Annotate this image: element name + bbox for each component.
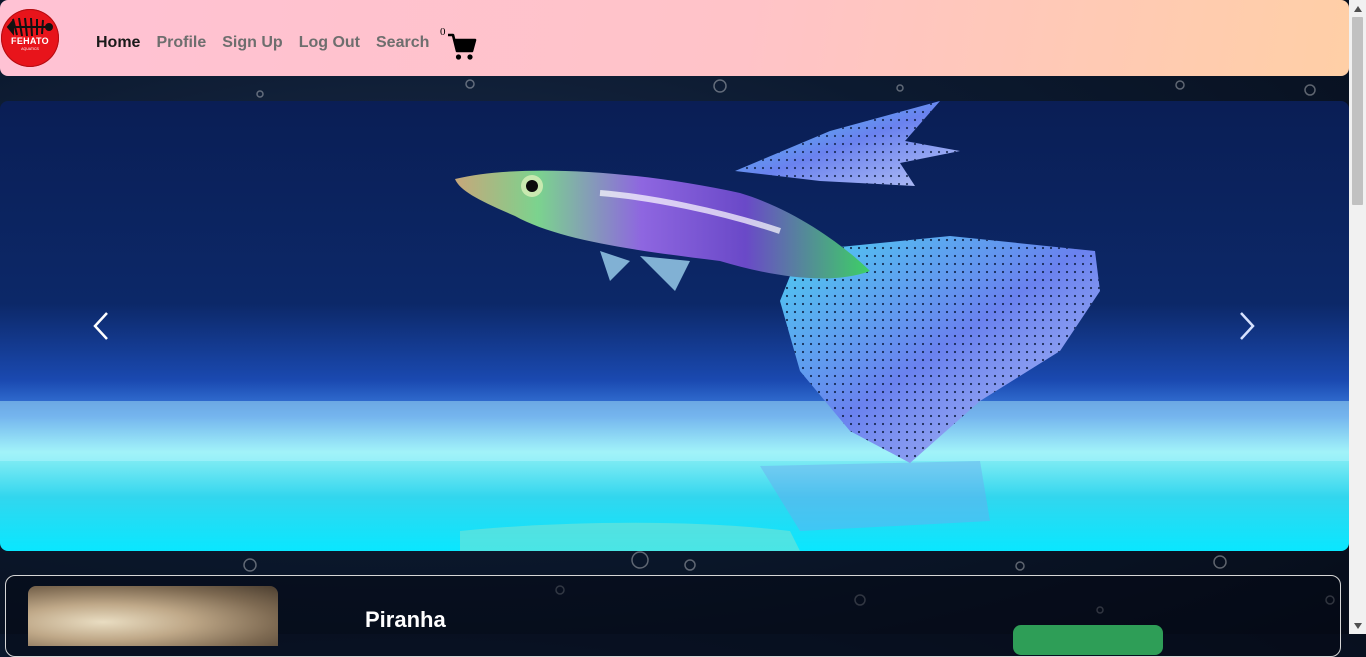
fish-skeleton-icon — [6, 17, 53, 37]
hero-carousel[interactable] — [0, 101, 1349, 551]
logo-tagline: AQUATICS — [21, 46, 39, 51]
nav-home[interactable]: Home — [96, 34, 140, 52]
nav-search[interactable]: Search — [376, 34, 429, 52]
guppy-hero-image — [0, 101, 1349, 551]
chevron-right-icon — [1240, 312, 1255, 340]
product-card: Piranha — [5, 575, 1341, 657]
product-image — [28, 586, 278, 646]
scrollbar-thumb[interactable] — [1352, 17, 1363, 205]
nav-log-out[interactable]: Log Out — [299, 34, 360, 52]
product-name: Piranha — [365, 607, 446, 632]
shopping-cart-icon — [448, 33, 477, 60]
nav-sign-up[interactable]: Sign Up — [222, 34, 282, 52]
add-to-cart-button[interactable] — [1013, 625, 1163, 655]
navbar: FEHATO AQUATICS Home Profile Sign Up Log… — [0, 0, 1349, 76]
scroll-up-arrow-icon[interactable] — [1349, 0, 1366, 17]
nav-profile[interactable]: Profile — [156, 34, 206, 52]
cart-count: 0 — [440, 26, 446, 38]
scroll-down-arrow-icon[interactable] — [1349, 617, 1366, 634]
page-scrollbar[interactable] — [1349, 0, 1366, 634]
chevron-left-icon — [93, 312, 108, 340]
brand-logo[interactable]: FEHATO AQUATICS — [1, 9, 59, 67]
carousel-next-button[interactable] — [1232, 309, 1262, 343]
main-nav: Home Profile Sign Up Log Out Search — [96, 34, 429, 52]
carousel-prev-button[interactable] — [86, 309, 116, 343]
